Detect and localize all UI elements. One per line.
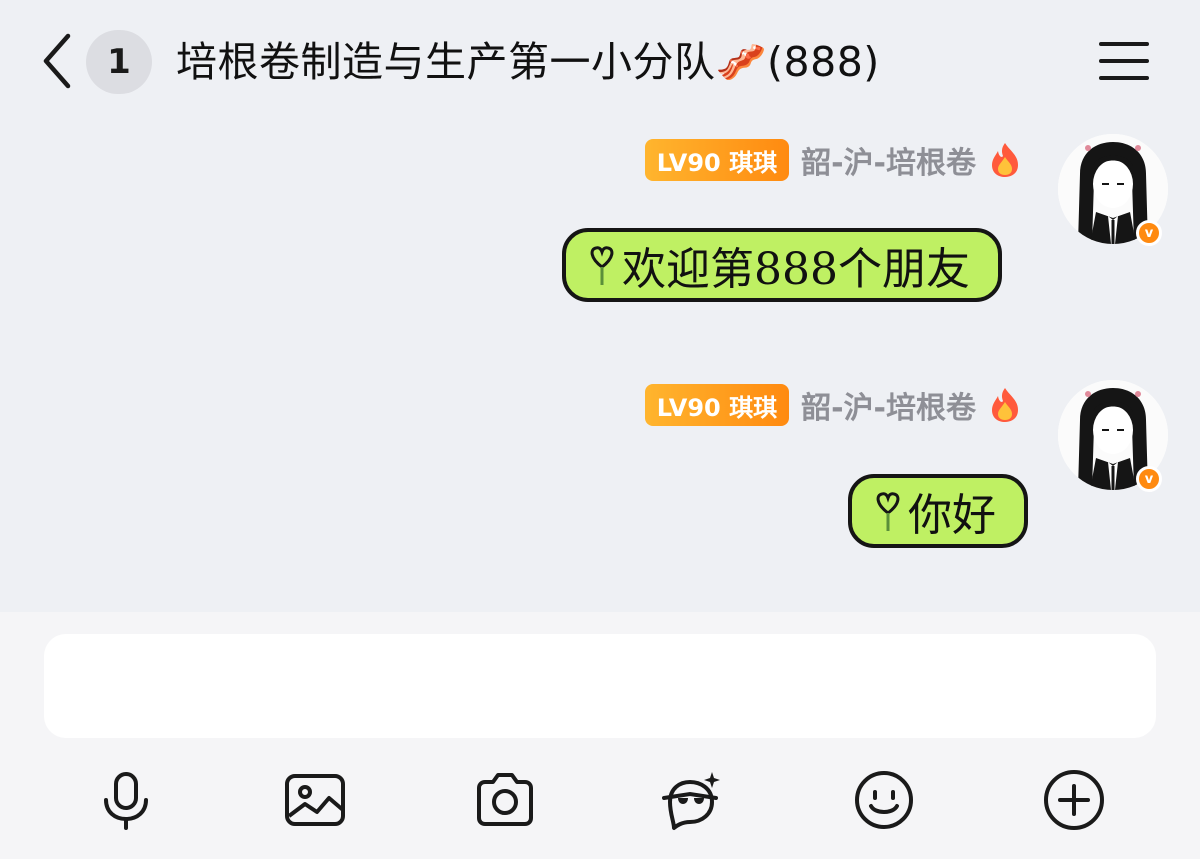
- sender-name[interactable]: 韶-沪-培根卷: [801, 138, 976, 182]
- chat-title: 培根卷制造与生产第一小分队🥓(888): [176, 38, 880, 86]
- microphone-icon: [104, 772, 148, 830]
- vip-mark-icon: v: [1144, 471, 1154, 487]
- message-bubble[interactable]: 你好: [848, 474, 1028, 548]
- hamburger-menu-icon: [1099, 42, 1149, 80]
- fire-icon: [992, 388, 1018, 422]
- heart-lollipop-icon: [590, 246, 614, 285]
- vip-mark-icon: v: [1144, 225, 1154, 241]
- image-button[interactable]: [283, 768, 347, 832]
- input-bar: [0, 612, 1200, 859]
- fire-icon: [992, 143, 1018, 177]
- voice-button[interactable]: [94, 768, 158, 832]
- message-text: 欢迎第888个朋友: [622, 244, 970, 295]
- heart-lollipop-icon: [876, 492, 900, 531]
- mask-sparkle-icon: [662, 772, 720, 830]
- message-meta: LV90 琪琪 韶-沪-培根卷: [644, 138, 1022, 182]
- message-text: 你好: [908, 490, 996, 541]
- camera-icon: [477, 773, 533, 826]
- chat-header: 1 培根卷制造与生产第一小分队🥓(888): [0, 0, 1200, 125]
- unread-count-badge[interactable]: 1: [86, 30, 152, 94]
- message-bubble[interactable]: 欢迎第888个朋友: [562, 228, 1002, 302]
- more-button[interactable]: [1042, 768, 1106, 832]
- level-badge: LV90 琪琪: [644, 139, 790, 181]
- camera-button[interactable]: [473, 768, 537, 832]
- sender-name[interactable]: 韶-沪-培根卷: [801, 383, 976, 427]
- plus-circle-icon: [1044, 770, 1104, 830]
- vip-badge: v: [1136, 220, 1162, 246]
- sticker-button[interactable]: [660, 768, 724, 832]
- vip-badge: v: [1136, 466, 1162, 492]
- message-input[interactable]: [44, 634, 1156, 738]
- chat-screen: 1 培根卷制造与生产第一小分队🥓(888) LV90 琪琪 韶-沪-培根卷 v …: [0, 0, 1200, 859]
- image-icon: [285, 774, 345, 826]
- smiley-icon: [855, 771, 913, 829]
- menu-button[interactable]: [1098, 40, 1150, 82]
- emoji-button[interactable]: [852, 768, 916, 832]
- chevron-left-icon: [43, 33, 71, 89]
- message-meta: LV90 琪琪 韶-沪-培根卷: [644, 383, 1022, 427]
- back-button[interactable]: [36, 30, 80, 92]
- level-badge: LV90 琪琪: [644, 384, 790, 426]
